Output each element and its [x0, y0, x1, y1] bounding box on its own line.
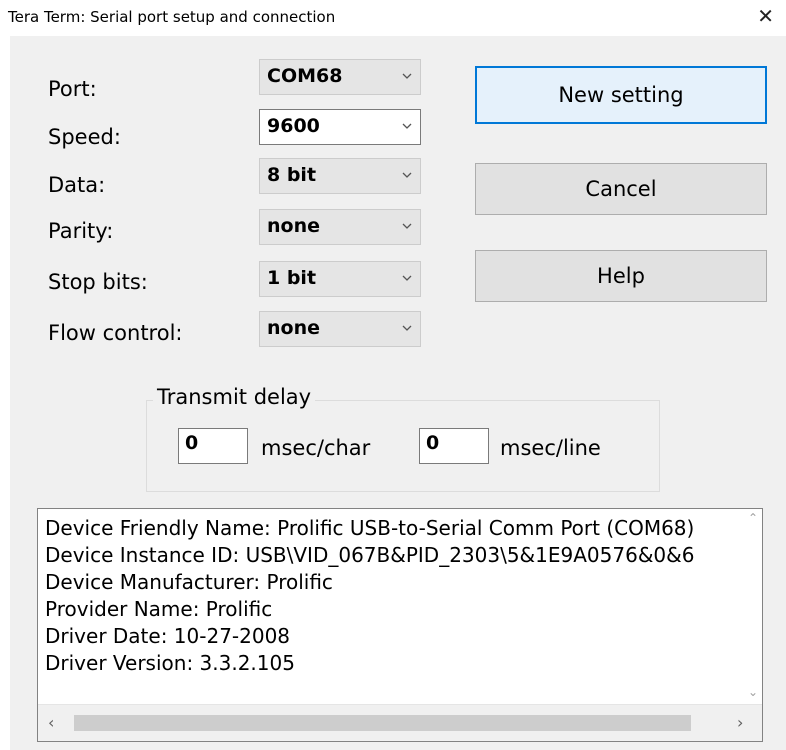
device-info-line: Device Instance ID: USB\VID_067B&PID_230… — [45, 543, 695, 567]
port-select[interactable]: COM68 — [259, 59, 421, 95]
chevron-down-icon — [402, 172, 412, 178]
data-select[interactable]: 8 bit — [259, 158, 421, 194]
transmit-delay-title: Transmit delay — [153, 385, 316, 409]
scroll-right-icon[interactable]: › — [737, 713, 743, 732]
device-info-line: Driver Date: 10-27-2008 — [45, 624, 291, 648]
speed-label: Speed: — [48, 125, 121, 149]
horizontal-scrollbar[interactable]: ‹ › — [38, 704, 762, 741]
flow-control-label: Flow control: — [48, 321, 183, 345]
device-info-text: Device Friendly Name: Prolific USB-to-Se… — [45, 515, 745, 677]
msec-line-unit: msec/line — [500, 436, 601, 460]
device-info-box[interactable]: Device Friendly Name: Prolific USB-to-Se… — [37, 508, 763, 742]
speed-value: 9600 — [267, 115, 320, 137]
parity-select[interactable]: none — [259, 209, 421, 245]
close-icon[interactable]: ✕ — [757, 4, 774, 28]
port-value: COM68 — [267, 65, 343, 87]
cancel-button[interactable]: Cancel — [475, 163, 767, 215]
parity-value: none — [267, 215, 320, 237]
stop-bits-value: 1 bit — [267, 267, 317, 289]
help-button[interactable]: Help — [475, 250, 767, 302]
chevron-down-icon — [402, 73, 412, 79]
chevron-down-icon — [402, 275, 412, 281]
serial-setup-dialog: Port: COM68 Speed: 9600 Data: 8 bit Pari… — [10, 36, 786, 750]
title-bar: Tera Term: Serial port setup and connect… — [0, 0, 786, 36]
msec-line-input[interactable]: 0 — [419, 428, 489, 464]
horizontal-scroll-thumb[interactable] — [74, 715, 691, 731]
device-info-line: Device Manufacturer: Prolific — [45, 570, 333, 594]
msec-char-unit: msec/char — [261, 436, 371, 460]
speed-select[interactable]: 9600 — [259, 109, 421, 145]
data-label: Data: — [48, 173, 106, 197]
chevron-down-icon — [402, 123, 412, 129]
data-value: 8 bit — [267, 164, 317, 186]
chevron-down-icon — [402, 325, 412, 331]
device-info-line: Driver Version: 3.3.2.105 — [45, 651, 295, 675]
scroll-up-icon[interactable]: ⌃ — [748, 511, 758, 525]
stop-bits-label: Stop bits: — [48, 270, 148, 294]
device-info-line: Provider Name: Prolific — [45, 597, 273, 621]
scroll-down-icon[interactable]: ⌄ — [748, 685, 758, 699]
flow-control-value: none — [267, 317, 320, 339]
vertical-scrollbar[interactable]: ⌃ ⌄ — [745, 509, 762, 705]
new-setting-button[interactable]: New setting — [475, 66, 767, 124]
flow-control-select[interactable]: none — [259, 311, 421, 347]
stop-bits-select[interactable]: 1 bit — [259, 261, 421, 297]
port-label: Port: — [48, 77, 97, 101]
msec-char-input[interactable]: 0 — [178, 428, 248, 464]
parity-label: Parity: — [48, 219, 114, 243]
chevron-down-icon — [402, 223, 412, 229]
device-info-line: Device Friendly Name: Prolific USB-to-Se… — [45, 516, 695, 540]
scroll-left-icon[interactable]: ‹ — [48, 713, 54, 732]
window-title: Tera Term: Serial port setup and connect… — [8, 8, 336, 26]
